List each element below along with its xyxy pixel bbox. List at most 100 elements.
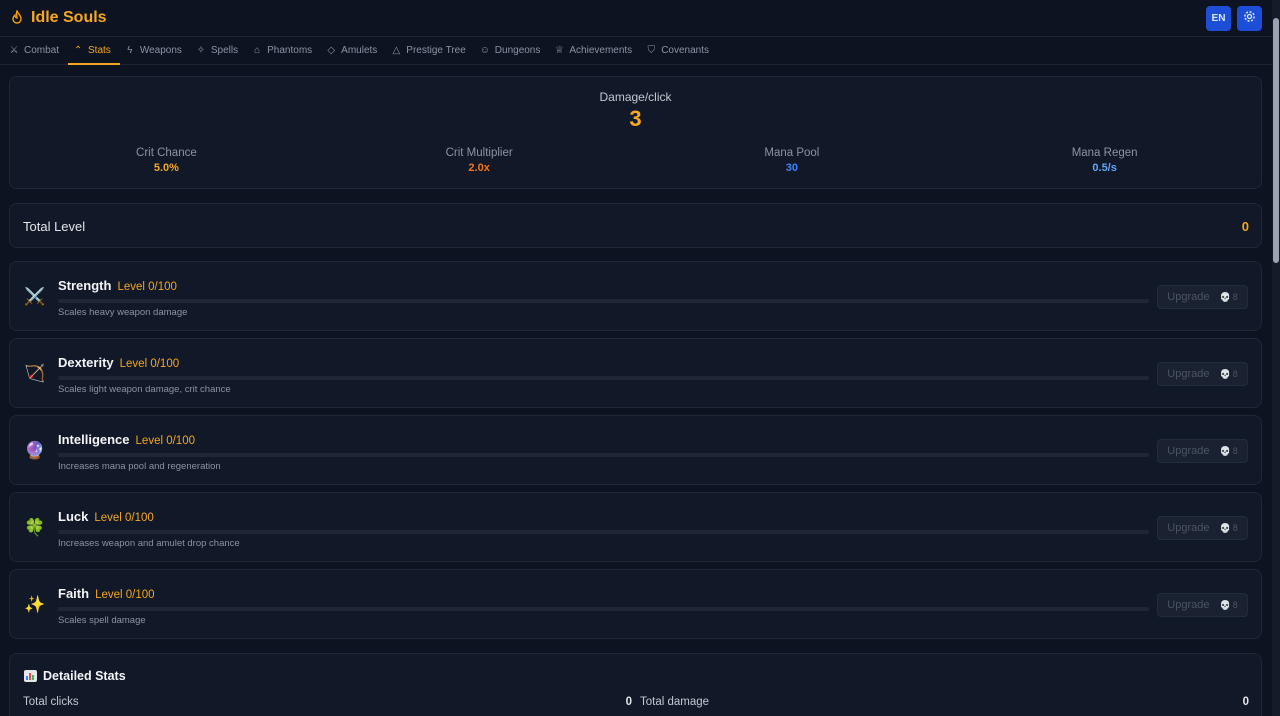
stat-name: Dexterity Level 0/100 — [58, 355, 179, 370]
brand: Idle Souls — [10, 8, 107, 27]
flame-icon — [10, 8, 24, 27]
stat-progress-bar — [58, 607, 1149, 611]
tab-label: Achievements — [569, 45, 633, 56]
summary-card: Damage/click 3 Crit Chance 5.0% Crit Mul… — [9, 76, 1262, 189]
stat-card-intelligence: 🔮 Intelligence Level 0/100 Increases mana… — [9, 415, 1262, 485]
total-clicks-label: Total clicks — [23, 696, 79, 708]
crossed-swords-icon: ⚔ — [9, 45, 19, 56]
mana-pool-label: Mana Pool — [764, 147, 820, 159]
bell-icon: △ — [392, 45, 401, 56]
tab-prestige-tree[interactable]: △ Prestige Tree — [386, 37, 474, 64]
app-header: Idle Souls EN — [0, 0, 1280, 37]
skull-icon: 💀 — [1219, 445, 1231, 456]
stat-name-text: Dexterity — [58, 355, 114, 370]
stat-description: Increases weapon and amulet drop chance — [58, 538, 240, 549]
tab-label: Phantoms — [267, 45, 313, 56]
app-title: Idle Souls — [31, 9, 107, 26]
four-leaf-clover-icon: 🍀 — [24, 518, 46, 537]
ghost-icon: ⌂ — [254, 45, 261, 56]
stat-level: Level 0/100 — [117, 281, 177, 293]
tab-covenants[interactable]: ⛉ Covenants — [641, 37, 718, 64]
stat-name-text: Intelligence — [58, 432, 130, 447]
upgrade-label: Upgrade — [1167, 522, 1210, 534]
stat-name: Intelligence Level 0/100 — [58, 432, 195, 447]
cost: 💀 8 — [1219, 600, 1237, 611]
cost: 💀 8 — [1219, 523, 1237, 534]
stat-name-text: Faith — [58, 586, 90, 601]
tab-phantoms[interactable]: ⌂ Phantoms — [247, 37, 321, 64]
upgrade-label: Upgrade — [1167, 599, 1210, 611]
tab-dungeons[interactable]: ☺ Dungeons — [475, 37, 550, 64]
crit-chance-stat: Crit Chance 5.0% — [10, 147, 323, 174]
upgrade-button[interactable]: Upgrade 💀 8 — [1157, 362, 1248, 386]
tab-label: Dungeons — [494, 45, 541, 56]
tab-amulets[interactable]: ◇ Amulets — [321, 37, 386, 64]
crystal-ball-icon: 🔮 — [24, 441, 46, 460]
mana-regen-label: Mana Regen — [1071, 147, 1138, 159]
stat-name-text: Strength — [58, 278, 112, 293]
bow-arrow-icon: 🏹 — [24, 364, 46, 383]
stat-name: Faith Level 0/100 — [58, 586, 155, 601]
upgrade-label: Upgrade — [1167, 368, 1210, 380]
tab-weapons[interactable]: ϟ Weapons — [120, 37, 191, 64]
mana-pool-value: 30 — [785, 162, 798, 174]
crit-multiplier-value: 2.0x — [468, 162, 490, 174]
crit-multiplier-stat: Crit Multiplier 2.0x — [323, 147, 636, 174]
skull-icon: 💀 — [1219, 522, 1231, 533]
mana-regen-stat: Mana Regen 0.5/s — [948, 147, 1261, 174]
stat-card-luck: 🍀 Luck Level 0/100 Increases weapon and a… — [9, 492, 1262, 562]
stat-progress-bar — [58, 299, 1149, 303]
cost: 💀 8 — [1219, 446, 1237, 457]
tab-label: Spells — [210, 45, 239, 56]
sparkles-icon: ✧ — [196, 45, 206, 56]
crossed-swords-icon: ⚔️ — [24, 287, 46, 306]
tab-label: Amulets — [341, 45, 378, 56]
scrollbar-thumb[interactable] — [1273, 18, 1279, 263]
skull-icon: 💀 — [1219, 368, 1231, 379]
shield-icon: ⛉ — [647, 45, 655, 56]
scrollbar[interactable] — [1272, 0, 1280, 716]
crit-multiplier-label: Crit Multiplier — [445, 147, 513, 159]
upgrade-button[interactable]: Upgrade 💀 8 — [1157, 593, 1248, 617]
cost-value: 8 — [1232, 369, 1238, 379]
tab-achievements[interactable]: ♕ Achievements — [549, 37, 641, 64]
stat-level: Level 0/100 — [95, 589, 155, 601]
tab-bar: ⚔ Combat ⌃ Stats ϟ Weapons ✧ Spells ⌂ Phantom… — [0, 37, 1280, 65]
damage-label: Damage/click — [599, 90, 672, 104]
upgrade-button[interactable]: Upgrade 💀 8 — [1157, 285, 1248, 309]
detailed-stats-title: Detailed Stats — [43, 669, 126, 683]
trophy-icon: ♕ — [554, 45, 564, 56]
skull-icon: 💀 — [1219, 599, 1231, 610]
stat-description: Scales spell damage — [58, 615, 146, 626]
cost: 💀 8 — [1219, 369, 1237, 380]
tab-stats[interactable]: ⌃ Stats — [68, 37, 120, 65]
total-level-label: Total Level — [23, 219, 86, 234]
damage-value: 3 — [629, 106, 642, 131]
stat-progress-bar — [58, 376, 1149, 380]
total-damage-label: Total damage — [640, 696, 710, 708]
tab-label: Stats — [88, 45, 111, 56]
stat-description: Scales light weapon damage, crit chance — [58, 384, 231, 395]
tab-combat[interactable]: ⚔ Combat — [4, 37, 68, 64]
language-button[interactable]: EN — [1206, 5, 1231, 31]
bar-chart-icon — [24, 670, 37, 682]
upgrade-button[interactable]: Upgrade 💀 8 — [1157, 439, 1248, 463]
stat-name: Luck Level 0/100 — [58, 509, 154, 524]
tab-label: Weapons — [139, 45, 182, 56]
skull-icon: ☺ — [479, 45, 490, 56]
total-level-value: 0 — [1241, 219, 1249, 234]
settings-button[interactable] — [1237, 5, 1262, 31]
gear-icon — [1243, 10, 1256, 26]
tab-spells[interactable]: ✧ Spells — [191, 37, 247, 64]
stat-name: Strength Level 0/100 — [58, 278, 177, 293]
upgrade-button[interactable]: Upgrade 💀 8 — [1157, 516, 1248, 540]
stat-level: Level 0/100 — [119, 358, 180, 370]
total-damage-value: 0 — [1242, 696, 1249, 708]
cost-value: 8 — [1232, 446, 1238, 456]
chevron-up-icon: ⌃ — [73, 45, 83, 56]
upgrade-label: Upgrade — [1167, 291, 1210, 303]
stat-progress-bar — [58, 530, 1149, 534]
tab-label: Prestige Tree — [406, 45, 466, 56]
tab-label: Combat — [24, 45, 60, 56]
total-level-card: Total Level 0 — [9, 203, 1262, 248]
